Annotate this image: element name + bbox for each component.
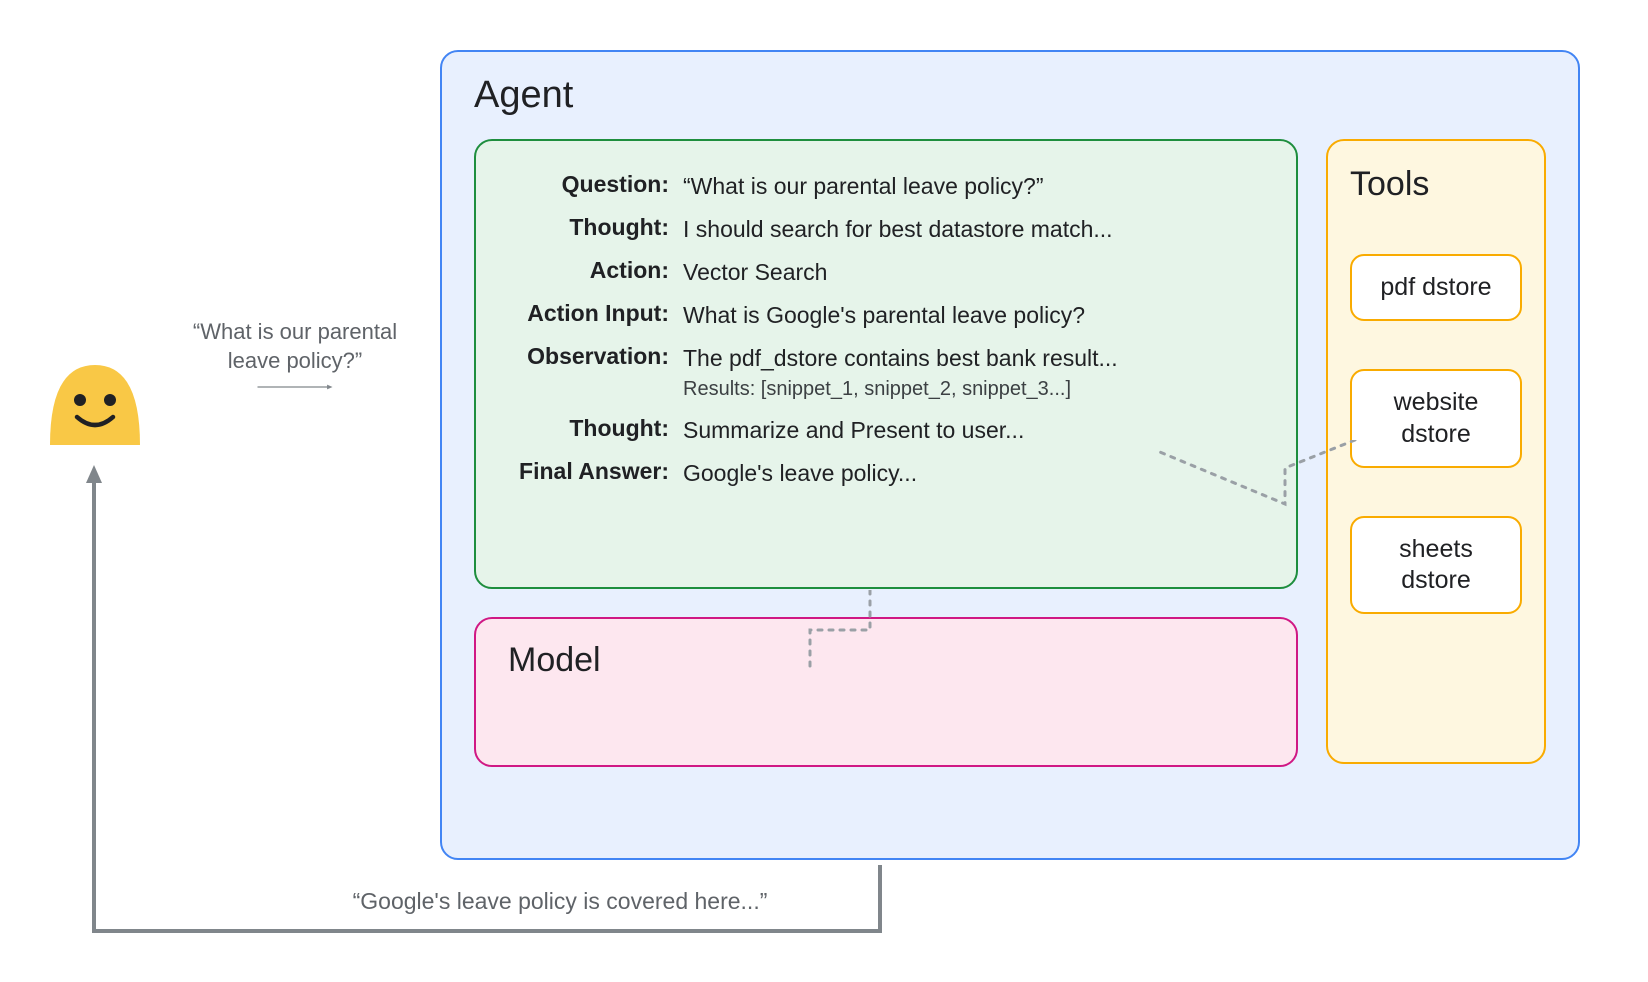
reasoning-value-sub: Results: [snippet_1, snippet_2, snippet_… xyxy=(683,376,1264,403)
agent-inner: Question: “What is our parental leave po… xyxy=(474,139,1546,821)
reasoning-row: Thought: I should search for best datast… xyxy=(508,214,1264,257)
left-column: Question: “What is our parental leave po… xyxy=(474,139,1298,821)
reasoning-row: Action: Vector Search xyxy=(508,257,1264,300)
agent-title: Agent xyxy=(474,74,1546,117)
model-title: Model xyxy=(508,641,1264,680)
reasoning-value-main: The pdf_dstore contains best bank result… xyxy=(683,345,1118,371)
reasoning-row: Thought: Summarize and Present to user..… xyxy=(508,415,1264,458)
tool-website-dstore: website dstore xyxy=(1350,369,1522,468)
reasoning-value: I should search for best datastore match… xyxy=(683,214,1264,257)
agent-container: Agent Question: “What is our parental le… xyxy=(440,50,1580,860)
reasoning-row: Action Input: What is Google's parental … xyxy=(508,300,1264,343)
reasoning-row: Question: “What is our parental leave po… xyxy=(508,171,1264,214)
reasoning-label: Action: xyxy=(508,257,683,300)
reasoning-table: Question: “What is our parental leave po… xyxy=(508,171,1264,501)
reasoning-row: Final Answer: Google's leave policy... xyxy=(508,458,1264,501)
tool-sheets-dstore: sheets dstore xyxy=(1350,516,1522,615)
reasoning-label: Action Input: xyxy=(508,300,683,343)
reasoning-label: Observation: xyxy=(508,343,683,415)
reasoning-value: Summarize and Present to user... xyxy=(683,415,1264,458)
user-input-text: “What is our parental leave policy?” xyxy=(170,318,420,375)
reasoning-value: Vector Search xyxy=(683,257,1264,300)
reasoning-value: “What is our parental leave policy?” xyxy=(683,171,1264,214)
tool-pdf-dstore: pdf dstore xyxy=(1350,254,1522,321)
reasoning-value: Google's leave policy... xyxy=(683,458,1264,501)
model-panel: Model xyxy=(474,617,1298,767)
reasoning-label: Question: xyxy=(508,171,683,214)
return-text: “Google's leave policy is covered here..… xyxy=(280,888,840,915)
input-arrow-icon xyxy=(170,384,420,390)
reasoning-value: The pdf_dstore contains best bank result… xyxy=(683,343,1264,415)
tools-title: Tools xyxy=(1350,165,1522,204)
tools-panel: Tools pdf dstore website dstore sheets d… xyxy=(1326,139,1546,764)
reasoning-label: Thought: xyxy=(508,214,683,257)
reasoning-label: Thought: xyxy=(508,415,683,458)
reasoning-panel: Question: “What is our parental leave po… xyxy=(474,139,1298,589)
reasoning-value: What is Google's parental leave policy? xyxy=(683,300,1264,343)
reasoning-label: Final Answer: xyxy=(508,458,683,501)
diagram-canvas: “What is our parental leave policy?” Age… xyxy=(0,0,1648,982)
user-icon xyxy=(40,345,150,445)
reasoning-row: Observation: The pdf_dstore contains bes… xyxy=(508,343,1264,415)
